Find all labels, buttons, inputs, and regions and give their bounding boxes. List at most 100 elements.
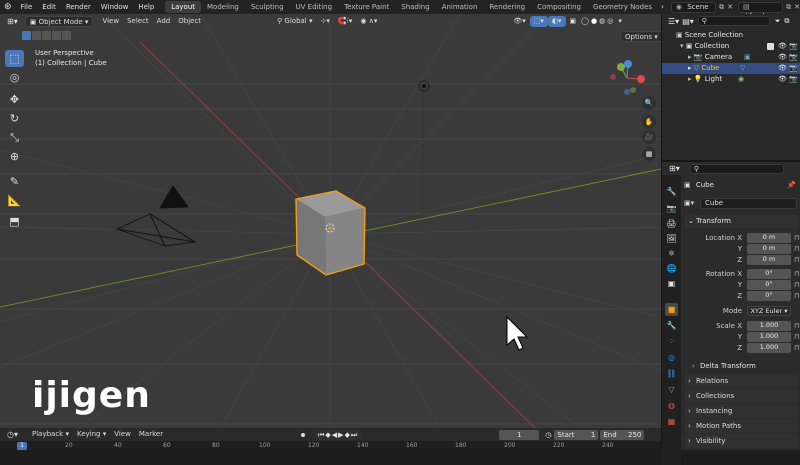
move-tool-icon[interactable]: ✥: [5, 91, 24, 108]
viewlayer-new-icon[interactable]: ⧉: [786, 3, 791, 12]
ortho-toggle-icon[interactable]: ▦: [642, 147, 656, 161]
object-name-field[interactable]: Cube: [700, 198, 797, 209]
expand-arrow-icon[interactable]: ▸: [688, 75, 692, 83]
light-data-icon[interactable]: ◉: [738, 74, 744, 85]
workspace-more-icon[interactable]: ›: [658, 0, 667, 14]
blender-logo-icon[interactable]: ⊛: [0, 0, 16, 14]
lock-icon[interactable]: ⊓: [794, 269, 799, 280]
lock-icon[interactable]: ⊓: [794, 244, 799, 255]
jump-end-icon[interactable]: ⏭: [351, 431, 358, 439]
expand-arrow-icon[interactable]: ▸: [688, 53, 692, 61]
rotation-mode-dropdown[interactable]: XYZ Euler ▾: [747, 306, 791, 316]
texture-tab-icon[interactable]: ▦: [665, 415, 678, 428]
selectability-icon[interactable]: ⬚▾: [529, 16, 548, 27]
tab-rendering[interactable]: Rendering: [483, 1, 531, 13]
scene-tab-icon[interactable]: ⚛: [665, 247, 678, 260]
lock-icon[interactable]: ⊓: [794, 255, 799, 266]
annotate-tool-icon[interactable]: ✎: [5, 173, 24, 190]
shading-wireframe-icon[interactable]: ◯: [580, 16, 590, 27]
record-button-icon[interactable]: [298, 430, 308, 439]
scene-delete-icon[interactable]: ✕: [727, 3, 733, 11]
transform-orientation-dropdown[interactable]: ⚲ Global ▾: [273, 16, 316, 27]
constraints-tab-icon[interactable]: ⛓: [665, 367, 678, 380]
shading-rendered-icon[interactable]: ◎: [606, 16, 614, 27]
pin-icon[interactable]: 📌: [787, 180, 796, 191]
collection-render-icon[interactable]: 📷: [789, 41, 798, 52]
timeline-editor-icon[interactable]: ◷▾: [3, 429, 22, 440]
physics-tab-icon[interactable]: ◎: [665, 351, 678, 364]
menu-render[interactable]: Render: [61, 0, 96, 14]
select-box-tool-icon[interactable]: ⬚: [5, 50, 24, 67]
tab-uv-editing[interactable]: UV Editing: [290, 1, 339, 13]
light-render-icon[interactable]: 📷: [789, 74, 798, 85]
shading-options-icon[interactable]: ▾: [614, 16, 626, 27]
editor-type-icon[interactable]: ⊞▾: [3, 16, 22, 27]
cube-render-icon[interactable]: 📷: [789, 63, 798, 74]
visibility-panel-header[interactable]: › Visibility: [684, 434, 798, 448]
viewport-menu-select[interactable]: Select: [123, 16, 153, 27]
viewlayer-selector[interactable]: ▤ ViewLayer: [737, 1, 784, 20]
tab-compositing[interactable]: Compositing: [531, 1, 587, 13]
playhead[interactable]: 1: [17, 442, 27, 450]
xray-icon[interactable]: ▣: [566, 16, 581, 27]
collections-panel-header[interactable]: › Collections: [684, 389, 798, 403]
pan-icon[interactable]: ✋: [642, 115, 656, 129]
world-tab-icon[interactable]: 🌐: [665, 262, 678, 275]
filter-icon[interactable]: ⏷: [775, 17, 781, 26]
tab-sculpting[interactable]: Sculpting: [245, 1, 290, 13]
delta-transform-subpanel[interactable]: › Delta Transform: [692, 360, 798, 372]
scene-selector[interactable]: ◉ Scene: [670, 1, 717, 13]
viewport-menu-add[interactable]: Add: [153, 16, 175, 27]
outliner-editor-icon[interactable]: ☰▾: [668, 17, 679, 26]
location-x-field[interactable]: 0 m: [747, 233, 791, 243]
lock-icon[interactable]: ⊓: [794, 291, 799, 302]
output-tab-icon[interactable]: 🖨: [665, 217, 678, 230]
particles-tab-icon[interactable]: ⁘: [665, 335, 678, 348]
rotation-z-field[interactable]: 0°: [747, 291, 791, 301]
cursor-tool-icon[interactable]: ◎: [5, 69, 24, 86]
outliner-item-camera[interactable]: ▸ 📷 Camera ▣ 👁 📷: [662, 52, 800, 63]
lock-icon[interactable]: ⊓: [794, 233, 799, 244]
modifier-tab-icon[interactable]: 🔧: [665, 319, 678, 332]
relations-panel-header[interactable]: › Relations: [684, 374, 798, 388]
scale-y-field[interactable]: 1.000: [747, 332, 791, 342]
pivot-point-icon[interactable]: ⊹▾: [317, 16, 334, 27]
tab-modeling[interactable]: Modeling: [201, 1, 245, 13]
collapse-arrow-icon[interactable]: ▾: [680, 42, 684, 50]
outliner-display-mode-icon[interactable]: ▤▾: [682, 17, 694, 26]
new-collection-icon[interactable]: ⧉: [784, 17, 789, 26]
material-tab-icon[interactable]: ◍: [665, 399, 678, 412]
viewport-scene[interactable]: [0, 14, 661, 428]
outliner-search-input[interactable]: ⚲: [697, 16, 770, 26]
select-new-icon[interactable]: [22, 31, 31, 40]
transform-panel-header[interactable]: ⌄ Transform: [684, 215, 798, 228]
snap-icon[interactable]: 🧲⁝▾: [334, 16, 356, 27]
zoom-icon[interactable]: 🔍: [642, 96, 656, 110]
shading-material-icon[interactable]: ◍: [598, 16, 606, 27]
light-visibility-icon[interactable]: 👁: [778, 74, 787, 85]
viewport-menu-view[interactable]: View: [98, 16, 123, 27]
lock-icon[interactable]: ⊓: [794, 332, 799, 343]
outliner-item-light[interactable]: ▸ 💡 Light ◉ 👁 📷: [662, 74, 800, 85]
timeline-menu-playback[interactable]: Playback ▾: [28, 429, 73, 440]
menu-window[interactable]: Window: [96, 0, 134, 14]
outliner-collection[interactable]: ▾ ▣ Collection 👁 📷: [662, 41, 800, 52]
datablock-icon[interactable]: ▣▾: [684, 199, 694, 207]
instancing-panel-header[interactable]: › Instancing: [684, 404, 798, 418]
cube-visibility-icon[interactable]: 👁: [778, 63, 787, 74]
timeline-menu-marker[interactable]: Marker: [135, 429, 167, 440]
end-frame-field[interactable]: End 250: [600, 429, 645, 440]
scale-z-field[interactable]: 1.000: [747, 343, 791, 353]
viewlayer-delete-icon[interactable]: ✕: [794, 3, 800, 11]
object-mode-dropdown[interactable]: ▣ Object Mode ▾: [24, 16, 94, 27]
lock-icon[interactable]: ⊓: [794, 343, 799, 354]
menu-help[interactable]: Help: [133, 0, 159, 14]
menu-edit[interactable]: Edit: [37, 0, 61, 14]
show-gizmo-icon[interactable]: 👁▾: [509, 16, 529, 27]
preview-range-icon[interactable]: ◷: [545, 431, 551, 439]
measure-tool-icon[interactable]: 📐: [5, 192, 24, 209]
motion-paths-panel-header[interactable]: › Motion Paths: [684, 419, 798, 433]
render-tab-icon[interactable]: 📷: [665, 202, 678, 215]
scale-tool-icon[interactable]: ⤡: [5, 129, 24, 146]
scene-new-icon[interactable]: ⧉: [719, 3, 724, 12]
